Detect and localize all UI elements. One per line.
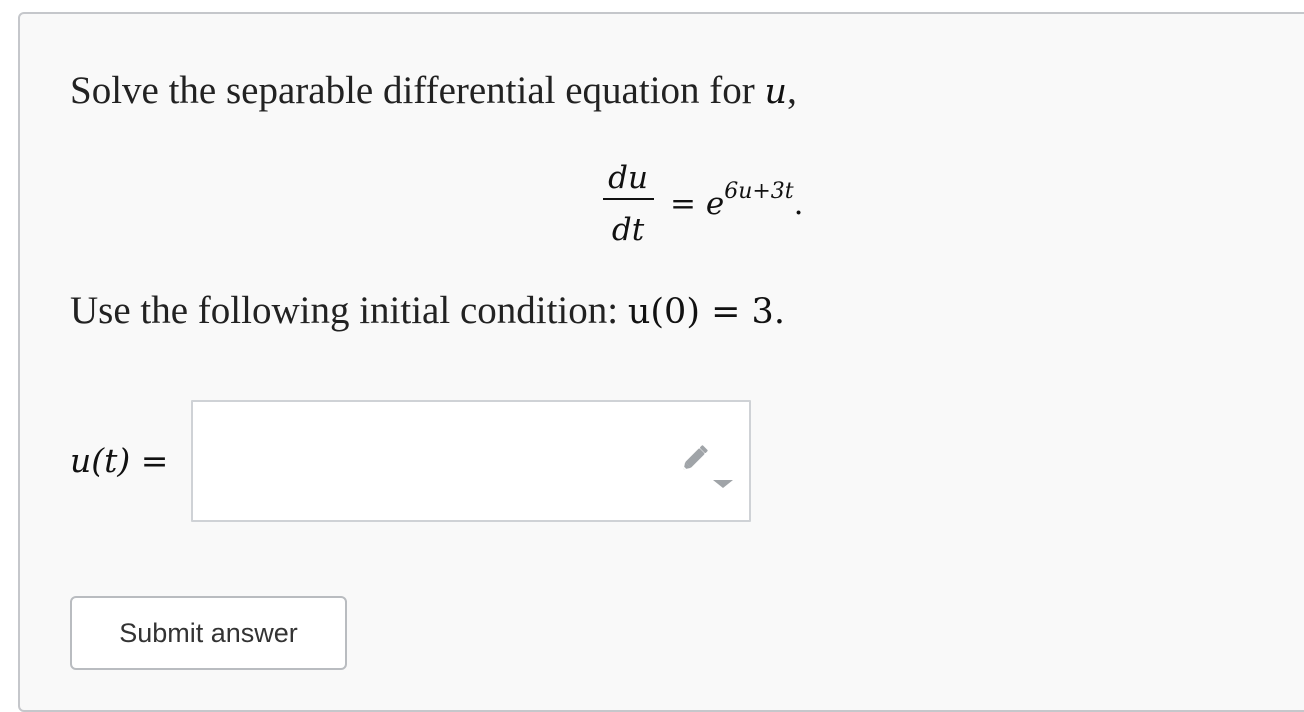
answer-label-text: u(t) = <box>70 441 169 480</box>
caret-down-icon[interactable] <box>713 480 733 488</box>
submit-answer-button[interactable]: Submit answer <box>70 596 347 670</box>
equation-right-side: = e6u+3t. <box>670 179 804 228</box>
answer-input[interactable] <box>191 400 751 522</box>
answer-label: u(t) = <box>70 440 168 482</box>
condition-math: u(0) = 3. <box>627 292 785 332</box>
prompt-text: Solve the separable differential equatio… <box>70 69 765 112</box>
initial-condition: Use the following initial condition: u(0… <box>70 286 785 337</box>
question-prompt: Solve the separable differential equatio… <box>70 66 797 117</box>
fraction-bar <box>603 198 654 200</box>
differential-equation: du dt = e6u+3t. <box>600 158 840 258</box>
fraction-denominator: dt <box>611 212 645 248</box>
exponential-base: e <box>705 186 725 222</box>
prompt-end: , <box>787 69 797 112</box>
exponent: 6u+3t <box>724 179 794 204</box>
equation-end: . <box>793 186 804 222</box>
fraction-numerator: du <box>608 160 648 196</box>
pencil-icon[interactable] <box>677 440 713 476</box>
equals-sign: = <box>670 186 696 222</box>
condition-text: Use the following initial condition: <box>70 289 628 332</box>
prompt-variable: u <box>764 72 788 112</box>
